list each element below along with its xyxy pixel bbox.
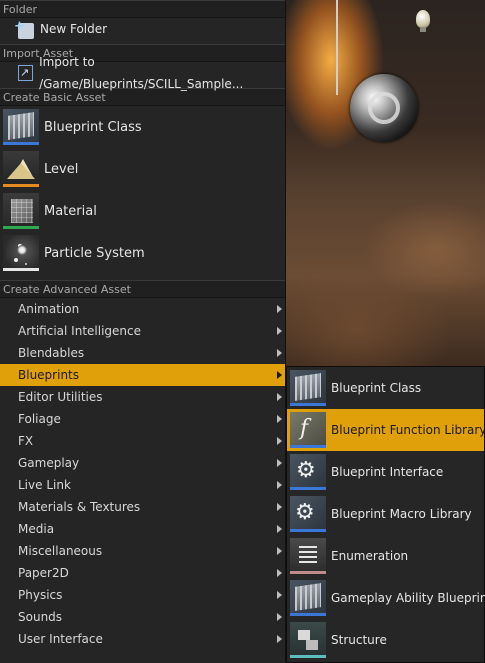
- reflection-sphere: [350, 74, 418, 142]
- basic-asset-blueprint-class[interactable]: Blueprint Class: [0, 106, 285, 148]
- category-label: Animation: [18, 302, 80, 316]
- import-icon: [18, 62, 34, 84]
- category-user-interface[interactable]: User Interface: [0, 628, 285, 650]
- category-label: Miscellaneous: [18, 544, 103, 558]
- chevron-right-icon: [277, 525, 282, 533]
- category-blueprints[interactable]: Blueprints: [0, 364, 285, 386]
- category-materials-textures[interactable]: Materials & Textures: [0, 496, 285, 518]
- submenu-item-label: Blueprint Function Library: [331, 423, 485, 437]
- blueprint-class-icon: [3, 109, 39, 145]
- category-label: Artificial Intelligence: [18, 324, 141, 338]
- category-animation[interactable]: Animation: [0, 298, 285, 320]
- category-label: Paper2D: [18, 566, 69, 580]
- category-label: Blendables: [18, 346, 85, 360]
- category-editor-utilities[interactable]: Editor Utilities: [0, 386, 285, 408]
- submenu-item-label: Blueprint Macro Library: [331, 507, 472, 521]
- blueprint-class-label: Blueprint Class: [44, 119, 142, 135]
- submenu-enumeration[interactable]: Enumeration: [287, 535, 484, 577]
- section-header-advanced-asset: Create Advanced Asset: [0, 280, 285, 298]
- submenu-blueprint-function-library[interactable]: f Blueprint Function Library: [287, 409, 485, 451]
- category-miscellaneous[interactable]: Miscellaneous: [0, 540, 285, 562]
- submenu-blueprint-class[interactable]: Blueprint Class: [287, 367, 484, 409]
- category-blendables[interactable]: Blendables: [0, 342, 285, 364]
- category-label: Sounds: [18, 610, 63, 624]
- chevron-right-icon: [277, 305, 282, 313]
- category-label: Editor Utilities: [18, 390, 103, 404]
- category-foliage[interactable]: Foliage: [0, 408, 285, 430]
- category-fx[interactable]: FX: [0, 430, 285, 452]
- category-label: Blueprints: [18, 368, 80, 382]
- level-icon: [3, 151, 39, 187]
- chevron-right-icon: [277, 569, 282, 577]
- basic-asset-particle-system[interactable]: Particle System: [0, 232, 285, 274]
- category-gameplay[interactable]: Gameplay: [0, 452, 285, 474]
- category-media[interactable]: Media: [0, 518, 285, 540]
- submenu-item-label: Structure: [331, 633, 387, 647]
- basic-asset-level[interactable]: Level: [0, 148, 285, 190]
- level-viewport-background: [286, 0, 485, 368]
- category-label: Media: [18, 522, 55, 536]
- category-label: Physics: [18, 588, 63, 602]
- chevron-right-icon: [277, 613, 282, 621]
- category-paper2d[interactable]: Paper2D: [0, 562, 285, 584]
- macro-library-icon: ⚙: [290, 496, 326, 532]
- category-live-link[interactable]: Live Link: [0, 474, 285, 496]
- light-bulb-icon: [416, 10, 430, 32]
- category-label: User Interface: [18, 632, 103, 646]
- submenu-structure[interactable]: Structure: [287, 619, 484, 661]
- chevron-right-icon: [277, 327, 282, 335]
- category-label: Foliage: [18, 412, 61, 426]
- new-folder-icon: [14, 16, 34, 39]
- chevron-right-icon: [277, 547, 282, 555]
- blueprint-class-icon: [290, 370, 326, 406]
- submenu-item-label: Blueprint Interface: [331, 465, 444, 479]
- new-folder-item[interactable]: New Folder: [0, 16, 285, 40]
- material-icon: [3, 193, 39, 229]
- function-library-icon: f: [290, 412, 326, 448]
- light-pole: [336, 0, 338, 95]
- submenu-blueprint-macro-library[interactable]: ⚙ Blueprint Macro Library: [287, 493, 484, 535]
- chevron-right-icon: [277, 635, 282, 643]
- chevron-right-icon: [277, 481, 282, 489]
- enumeration-icon: [290, 538, 326, 574]
- chevron-right-icon: [277, 349, 282, 357]
- particle-system-label: Particle System: [44, 245, 145, 261]
- new-folder-label: New Folder: [40, 22, 108, 36]
- submenu-item-label: Gameplay Ability Blueprint: [331, 591, 485, 605]
- category-label: FX: [18, 434, 34, 448]
- material-label: Material: [44, 203, 97, 219]
- structure-icon: [290, 622, 326, 658]
- section-header-folder: Folder: [0, 0, 285, 18]
- basic-asset-material[interactable]: Material: [0, 190, 285, 232]
- category-label: Gameplay: [18, 456, 80, 470]
- sphere-ring: [368, 92, 400, 124]
- chevron-right-icon: [277, 591, 282, 599]
- chevron-right-icon: [277, 437, 282, 445]
- blueprints-submenu: Blueprint Class f Blueprint Function Lib…: [286, 366, 485, 663]
- submenu-item-label: Blueprint Class: [331, 381, 422, 395]
- category-physics[interactable]: Physics: [0, 584, 285, 606]
- chevron-right-icon: [277, 415, 282, 423]
- particle-system-icon: [3, 235, 39, 271]
- import-item[interactable]: Import to /Game/Blueprints/SCILL_Sample.…: [0, 55, 285, 91]
- submenu-blueprint-interface[interactable]: ⚙ Blueprint Interface: [287, 451, 484, 493]
- category-sounds[interactable]: Sounds: [0, 606, 285, 628]
- category-artificial-intelligence[interactable]: Artificial Intelligence: [0, 320, 285, 342]
- chevron-right-icon: [277, 459, 282, 467]
- category-label: Live Link: [18, 478, 71, 492]
- submenu-gameplay-ability-blueprint[interactable]: Gameplay Ability Blueprint: [287, 577, 485, 619]
- submenu-item-label: Enumeration: [331, 549, 409, 563]
- chevron-right-icon: [277, 503, 282, 511]
- level-label: Level: [44, 161, 79, 177]
- content-browser-context-menu: Folder New Folder Import Asset Import to…: [0, 0, 286, 663]
- chevron-right-icon: [277, 371, 282, 379]
- gameplay-ability-icon: [290, 580, 326, 616]
- chevron-right-icon: [277, 393, 282, 401]
- blueprint-interface-icon: ⚙: [290, 454, 326, 490]
- category-label: Materials & Textures: [18, 500, 141, 514]
